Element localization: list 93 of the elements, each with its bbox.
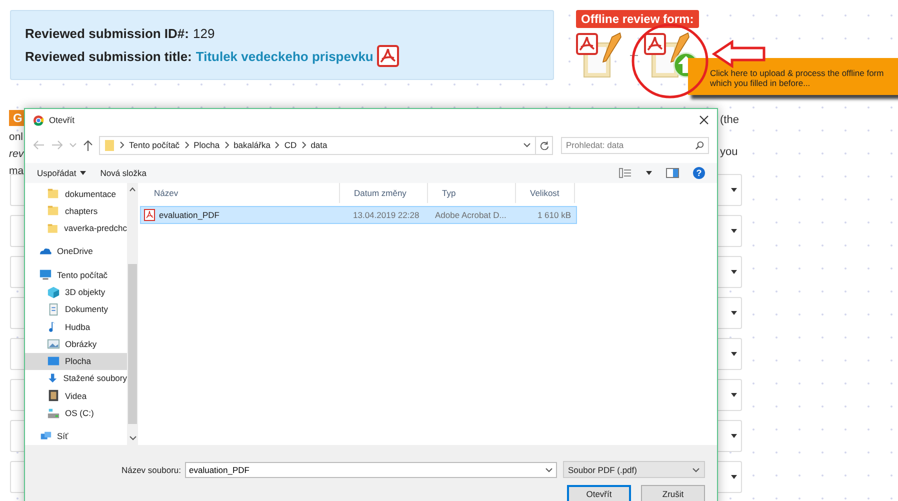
refresh-icon — [540, 140, 548, 150]
callout-arrow — [712, 40, 766, 68]
folder-icon — [47, 204, 60, 218]
address-bar[interactable]: Tento počítač Plocha bakalářka CD data — [99, 136, 536, 154]
file-date: 13.04.2019 22:28 — [352, 210, 420, 220]
search-icon — [695, 140, 704, 150]
caret-icon — [731, 475, 737, 479]
picture-icon — [47, 337, 60, 350]
nav-item[interactable]: Hudba — [25, 318, 127, 336]
body-text: rev — [9, 148, 23, 160]
new-folder-button[interactable]: Nová složka — [100, 168, 147, 178]
folder-icon — [47, 222, 60, 235]
pdf-icon[interactable] — [377, 45, 400, 67]
caret-icon — [731, 434, 737, 438]
document-icon — [47, 302, 60, 316]
scrollbar[interactable] — [127, 183, 138, 445]
cancel-button[interactable]: Zrušit — [641, 485, 705, 501]
dropdown-chevron-icon — [523, 142, 531, 148]
nav-item[interactable]: Tento počítač — [25, 266, 127, 284]
preview-pane-icon[interactable] — [666, 168, 679, 178]
dropdown-chevron-icon — [545, 466, 553, 472]
breadcrumb-item[interactable]: data — [310, 140, 328, 150]
file-type-select[interactable]: Soubor PDF (.pdf) — [563, 461, 705, 478]
filename-field[interactable]: evaluation_PDF — [185, 462, 557, 478]
nav-item[interactable]: OneDrive — [25, 242, 127, 260]
offline-form-label: Offline review form: — [576, 10, 699, 28]
browser-icon — [33, 114, 44, 126]
scroll-up-icon[interactable] — [129, 187, 136, 192]
view-options-icon[interactable] — [619, 168, 632, 178]
breadcrumb-item[interactable]: bakalářka — [234, 140, 270, 150]
chevron-icon — [184, 141, 190, 149]
dialog-title: Otevřít — [49, 115, 76, 125]
column-header[interactable]: Název — [140, 183, 340, 203]
chevron-icon — [274, 141, 280, 149]
film-icon — [47, 389, 60, 402]
folder-icon — [104, 138, 115, 152]
nav-item[interactable]: Síť — [25, 428, 127, 445]
nav-item[interactable]: 3D objekty — [25, 283, 127, 301]
column-header[interactable]: Velikost — [516, 183, 575, 203]
file-size: 1 610 kB — [536, 210, 572, 220]
upload-tooltip: Click here to upload & process the offline form which you filled in before... — [688, 58, 898, 95]
filename-label: Název souboru: — [121, 464, 181, 474]
id-label: Reviewed submission ID#: — [25, 26, 189, 41]
chevron-icon — [300, 141, 307, 149]
breadcrumb-item[interactable]: Plocha — [194, 140, 220, 150]
breadcrumb-item[interactable]: Tento počítač — [129, 140, 180, 150]
caret-icon — [731, 311, 737, 315]
drive-icon — [47, 406, 60, 420]
column-header[interactable]: Datum změny — [340, 183, 428, 203]
up-arrow-icon[interactable] — [83, 140, 93, 150]
caret-icon — [731, 188, 737, 192]
pdf-file-icon — [144, 209, 155, 221]
nav-item[interactable]: chapters — [25, 202, 127, 220]
nav-item[interactable]: vaverka-predchc — [25, 220, 127, 237]
close-icon[interactable] — [699, 115, 709, 125]
body-text: you — [720, 146, 739, 158]
title-label: Reviewed submission title: — [25, 48, 192, 64]
nav-item[interactable]: Plocha — [25, 352, 127, 370]
history-chevron-icon — [69, 142, 77, 148]
refresh-button[interactable] — [535, 136, 553, 154]
nav-item[interactable]: Dokumenty — [25, 300, 127, 318]
column-header[interactable]: Typ — [428, 183, 516, 203]
nav-item[interactable]: OS (C:) — [25, 404, 127, 422]
computer-icon — [39, 268, 52, 282]
file-name: evaluation_PDF — [159, 210, 220, 220]
nav-item[interactable]: Obrázky — [25, 335, 127, 353]
scroll-down-icon — [128, 435, 136, 441]
file-type: Adobe Acrobat D... — [434, 210, 508, 220]
search-field[interactable]: Prohledat: data — [561, 136, 709, 154]
nav-item[interactable]: Stažené soubory — [25, 370, 127, 388]
body-text: onl — [9, 131, 23, 143]
caret-icon — [731, 270, 737, 274]
chevron-icon — [224, 141, 230, 149]
nav-item[interactable]: dokumentace — [25, 185, 127, 202]
desktop-icon — [47, 354, 60, 368]
nav-item[interactable]: Videa — [25, 387, 127, 404]
help-button[interactable]: ? — [693, 167, 705, 179]
body-text: ma — [9, 165, 23, 177]
cube-icon — [47, 286, 60, 299]
download-icon — [47, 372, 58, 385]
body-text: (the — [720, 114, 740, 126]
dropdown-chevron-icon — [692, 466, 700, 472]
organize-menu[interactable]: Uspořádat — [37, 168, 86, 178]
open-button[interactable]: Otevřít — [567, 485, 631, 501]
folder-icon — [47, 187, 60, 200]
file-row[interactable]: evaluation_PDF 13.04.2019 22:28 Adobe Acrobat D... 1 610 kB — [140, 206, 577, 224]
caret-icon — [731, 393, 737, 397]
chevron-icon — [119, 141, 125, 149]
breadcrumb-item[interactable]: CD — [284, 140, 297, 150]
id-value: 129 — [193, 26, 215, 41]
caret-icon — [731, 352, 737, 356]
pdf-form-icon[interactable] — [576, 31, 624, 79]
caret-icon — [731, 229, 737, 233]
